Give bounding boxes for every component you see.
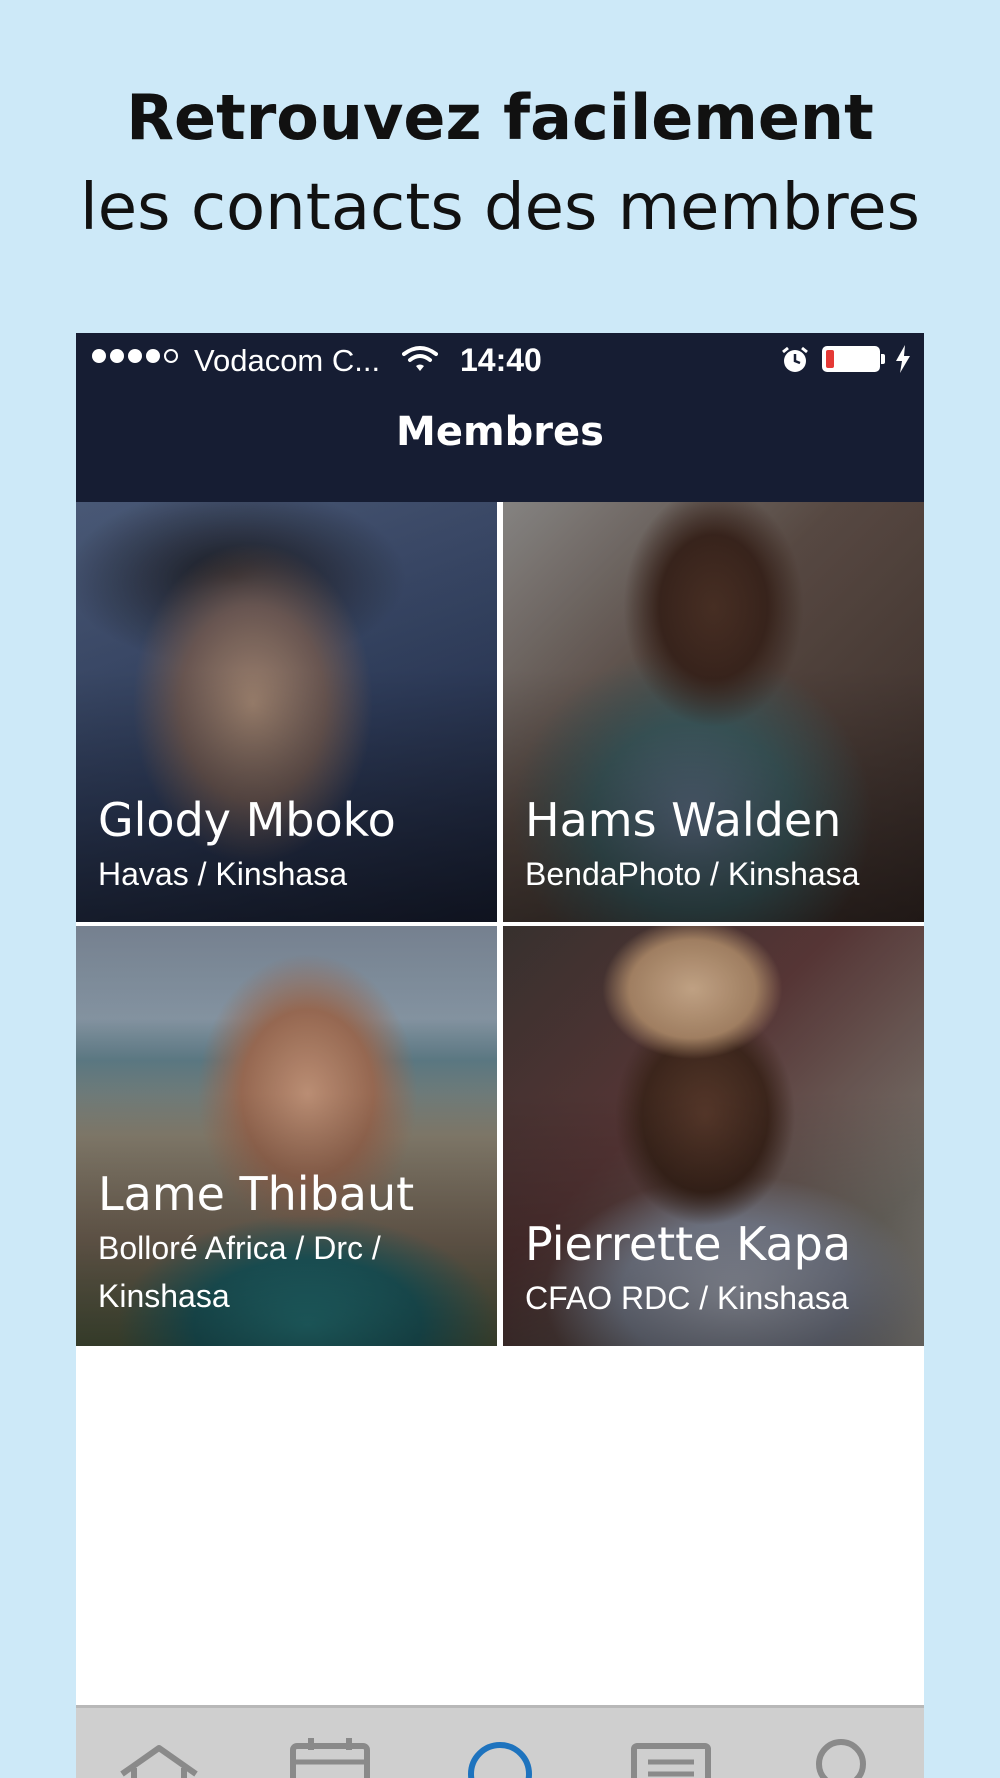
headline-line-1: Retrouvez facilement [126,81,874,154]
member-name: Glody Mboko [98,793,396,847]
battery-level [826,350,834,368]
member-company: Havas / Kinshasa [98,856,348,892]
profile-icon[interactable] [796,1734,886,1778]
home-icon[interactable] [114,1734,204,1778]
member-name: Pierrette Kapa [525,1217,852,1271]
status-time: 14:40 [460,342,542,378]
member-info: Lame Thibaut Bolloré Africa / Drc / Kins… [98,1166,483,1320]
headline: Retrouvez facilement les contacts des me… [0,70,1000,250]
signal-dot [92,349,106,363]
signal-dot [110,349,124,363]
carrier-name: Vodacom C... [194,343,381,378]
alarm-icon [782,346,808,372]
charging-icon [896,345,910,373]
members-icon[interactable] [455,1734,545,1778]
calendar-icon[interactable] [285,1734,375,1778]
headline-line-2: les contacts des membres [79,171,921,245]
member-company: Bolloré Africa / Drc / Kinshasa [98,1230,381,1314]
member-company: CFAO RDC / Kinshasa [525,1280,849,1316]
wifi-icon [402,346,438,371]
member-name: Lame Thibaut [98,1167,415,1221]
member-card[interactable]: Pierrette Kapa CFAO RDC / Kinshasa [503,926,924,1346]
news-icon[interactable] [626,1734,716,1778]
signal-strength-icon [92,349,178,363]
signal-dot [128,349,142,363]
member-info: Pierrette Kapa CFAO RDC / Kinshasa [525,1216,910,1322]
signal-dot [146,349,160,363]
member-company: BendaPhoto / Kinshasa [525,856,860,892]
page-title: Membres [396,409,604,455]
member-name: Hams Walden [525,793,842,847]
member-card[interactable]: Lame Thibaut Bolloré Africa / Drc / Kins… [76,926,497,1346]
phone-screen: Vodacom C... 14:40 Membres Glody Mboko H… [76,333,924,1778]
member-info: Hams Walden BendaPhoto / Kinshasa [525,792,910,898]
battery-icon [822,346,880,372]
signal-dot [164,349,178,363]
status-bar: Vodacom C... 14:40 [76,333,924,387]
battery-tip [881,354,885,364]
members-grid: Glody Mboko Havas / Kinshasa Hams Walden… [76,502,924,1346]
tab-bar [76,1705,924,1778]
member-info: Glody Mboko Havas / Kinshasa [98,792,483,898]
member-card[interactable]: Hams Walden BendaPhoto / Kinshasa [503,502,924,922]
nav-bar: Membres [76,387,924,502]
member-card[interactable]: Glody Mboko Havas / Kinshasa [76,502,497,922]
